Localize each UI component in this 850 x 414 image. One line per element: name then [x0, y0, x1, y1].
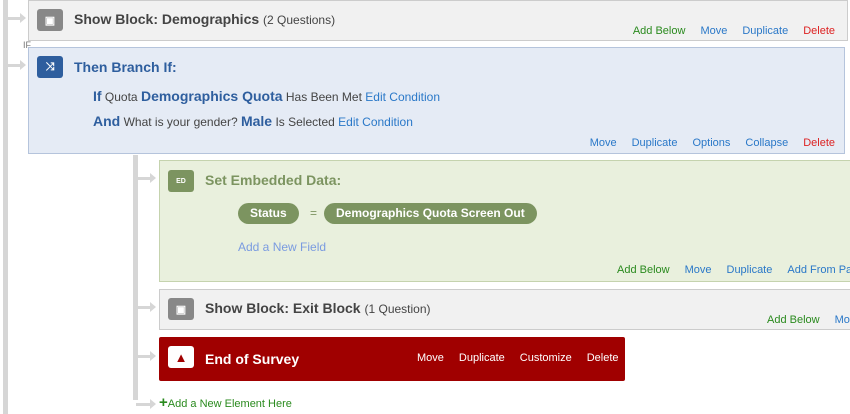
arrow-icon [136, 351, 156, 361]
arrow-icon [6, 60, 26, 70]
move-link[interactable]: Move [417, 352, 444, 364]
move-link[interactable]: Move [590, 137, 617, 149]
field-value-pill[interactable]: Demographics Quota Screen Out [324, 203, 537, 224]
delete-link[interactable]: Delete [803, 137, 835, 149]
options-link[interactable]: Options [692, 137, 730, 149]
quota-name: Demographics Quota [140, 88, 283, 104]
add-below-link[interactable]: Add Below [617, 264, 670, 276]
block-icon: ▣ [37, 9, 63, 31]
move-link[interactable]: Move [700, 25, 727, 37]
warning-icon: ▲ [168, 346, 194, 368]
delete-link[interactable]: Delete [587, 352, 619, 364]
collapse-link[interactable]: Collapse [745, 137, 788, 149]
embedded-data-icon: ED [168, 170, 194, 192]
arrow-icon [6, 13, 26, 23]
delete-link[interactable]: Delete [803, 25, 835, 37]
branch-block[interactable]: ⤨ Then Branch If: If Quota Demographics … [28, 47, 845, 154]
embedded-title: Set Embedded Data: [205, 172, 342, 188]
arrow-icon [136, 399, 156, 409]
block-icon: ▣ [168, 298, 194, 320]
add-below-link[interactable]: Add Below [633, 25, 686, 37]
duplicate-link[interactable]: Duplicate [727, 264, 773, 276]
add-element-label: Add a New Element Here [167, 398, 292, 410]
add-below-link[interactable]: Add Below [767, 314, 820, 326]
flow-line [3, 0, 8, 414]
choice-name: Male [240, 113, 273, 129]
question-text: What is your gender? [123, 115, 238, 129]
customize-link[interactable]: Customize [520, 352, 572, 364]
duplicate-link[interactable]: Duplicate [742, 25, 788, 37]
end-of-survey-block[interactable]: ▲ End of Survey Move Duplicate Customize… [159, 337, 625, 381]
edit-condition-link[interactable]: Edit Condition [338, 115, 413, 129]
add-element-link[interactable]: +Add a New Element Here [159, 394, 292, 411]
add-new-field-link[interactable]: Add a New Field [238, 240, 326, 254]
question-count: (2 Questions) [263, 13, 336, 27]
arrow-icon [136, 302, 156, 312]
branch-icon: ⤨ [37, 56, 63, 78]
arrow-icon [136, 173, 156, 183]
branch-title: Then Branch If: [74, 59, 177, 75]
show-block-demographics[interactable]: ▣ Show Block: Demographics (2 Questions)… [28, 0, 848, 41]
plus-icon: + [159, 394, 168, 411]
embedded-data-block[interactable]: ED Set Embedded Data: Status = Demograph… [159, 160, 850, 282]
flow-line [133, 155, 138, 400]
move-link[interactable]: Mo [835, 314, 850, 326]
condition-type: Quota [104, 90, 138, 104]
duplicate-link[interactable]: Duplicate [459, 352, 505, 364]
end-title: End of Survey [205, 351, 300, 367]
duplicate-link[interactable]: Duplicate [632, 137, 678, 149]
block-title: Show Block: Exit Block [205, 300, 361, 316]
condition-2: And What is your gender? Male Is Selecte… [93, 113, 413, 129]
condition-keyword: And [93, 113, 121, 129]
condition-operator: Is Selected [275, 115, 335, 129]
condition-1: If Quota Demographics Quota Has Been Met… [93, 88, 440, 104]
block-title: Show Block: Demographics [74, 11, 260, 27]
question-count: (1 Question) [364, 302, 431, 316]
add-from-panel-link[interactable]: Add From Pa [787, 264, 850, 276]
move-link[interactable]: Move [685, 264, 712, 276]
edit-condition-link[interactable]: Edit Condition [365, 90, 440, 104]
condition-keyword: If [93, 88, 102, 104]
condition-operator: Has Been Met [285, 90, 362, 104]
show-block-exit[interactable]: ▣ Show Block: Exit Block (1 Question) Ad… [159, 289, 850, 330]
field-name-pill[interactable]: Status [238, 203, 299, 224]
equals-sign: = [310, 206, 318, 220]
